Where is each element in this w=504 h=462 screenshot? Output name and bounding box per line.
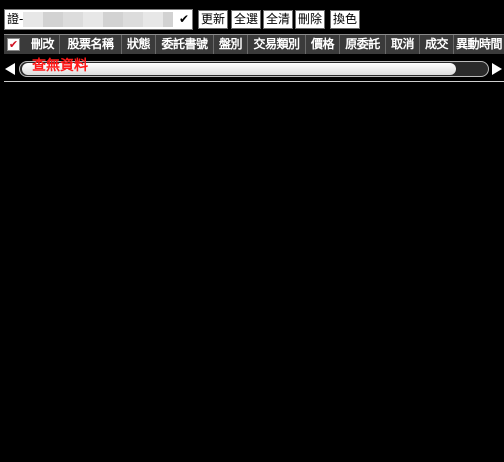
account-masked-value: [23, 12, 173, 27]
column-header-order-number[interactable]: 委託書號: [156, 35, 214, 54]
column-header-stock-name[interactable]: 股票名稱: [60, 35, 122, 54]
account-prefix: 證-: [7, 12, 24, 26]
scroll-right-arrow-icon[interactable]: [492, 63, 502, 75]
column-header-cancel[interactable]: 取消: [386, 35, 420, 54]
column-header-filled[interactable]: 成交: [420, 35, 454, 54]
delete-button[interactable]: 刪除: [295, 10, 325, 29]
select-all-checkbox[interactable]: ✔: [7, 38, 20, 51]
orders-window: 證- ✔ 更新 全選 全清 刪除 換色 ✔ 刪改 股票名稱 狀態 委託書號 盤別…: [0, 0, 504, 462]
scroll-left-arrow-icon[interactable]: [5, 63, 15, 75]
account-select[interactable]: 證- ✔: [4, 9, 193, 30]
select-all-button[interactable]: 全選: [231, 10, 261, 29]
column-header-original-order[interactable]: 原委託: [340, 35, 386, 54]
column-header-trade-type[interactable]: 交易類別: [248, 35, 306, 54]
column-header-session[interactable]: 盤別: [214, 35, 248, 54]
column-header-change-time[interactable]: 異動時間: [454, 35, 504, 54]
refresh-button[interactable]: 更新: [198, 10, 228, 29]
column-header-modify[interactable]: 刪改: [26, 35, 60, 54]
toolbar: 證- ✔ 更新 全選 全清 刪除 換色: [0, 0, 504, 32]
dropdown-check-icon[interactable]: ✔: [179, 12, 189, 27]
empty-row: 查無資料: [4, 54, 504, 82]
column-header-price[interactable]: 價格: [306, 35, 340, 54]
no-data-message: 查無資料: [32, 58, 88, 74]
clear-all-button[interactable]: 全清: [263, 10, 293, 29]
column-header-status[interactable]: 狀態: [122, 35, 156, 54]
change-color-button[interactable]: 換色: [330, 10, 360, 29]
table-header: ✔ 刪改 股票名稱 狀態 委託書號 盤別 交易類別 價格 原委託 取消 成交 異…: [4, 34, 504, 54]
horizontal-scrollbar[interactable]: [19, 61, 489, 77]
